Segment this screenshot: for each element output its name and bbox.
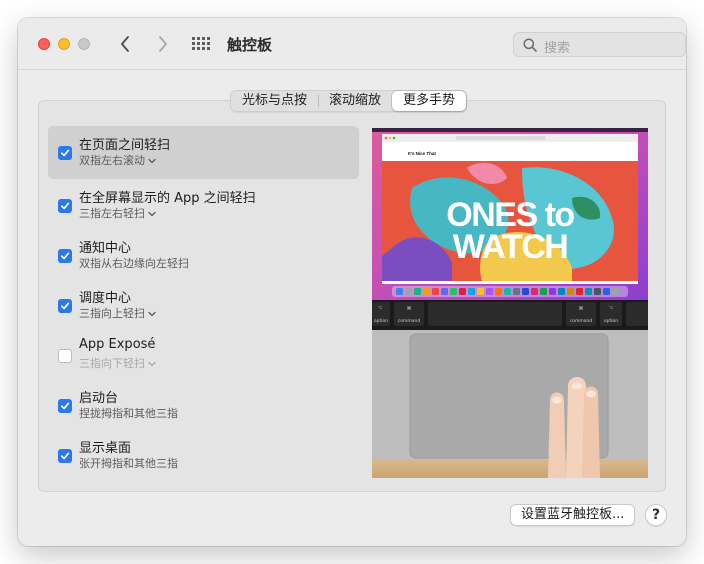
gesture-description: 张开拇指和其他三指: [79, 455, 178, 471]
minimize-button[interactable]: [58, 38, 70, 50]
chevron-down-icon: [148, 357, 156, 370]
checkmark-icon: [60, 202, 70, 210]
svg-text:⌘: ⌘: [579, 306, 584, 312]
preview-illustration: It's Nice That ONES to WATCH ⌥ option ⌘ …: [372, 128, 648, 478]
gesture-list: 在页面之间轻扫 双指左右滚动 在全屏幕显示的 App 之间轻扫 三指左右轻扫 通知中心双…: [48, 126, 359, 479]
show-all-grid-icon[interactable]: [192, 35, 214, 53]
window-title: 触控板: [227, 36, 273, 54]
chevron-right-icon: [159, 36, 167, 52]
gesture-title: 通知中心: [79, 241, 132, 256]
search-field[interactable]: 搜索: [513, 32, 686, 57]
tab-more-gestures[interactable]: 更多手势: [392, 91, 467, 111]
dock-icons: [396, 288, 619, 295]
gesture-checkbox[interactable]: [58, 299, 72, 313]
svg-text:⌥: ⌥: [609, 305, 614, 310]
gesture-subtitle: 双指左右滚动: [79, 154, 145, 167]
gesture-preview-video: It's Nice That ONES to WATCH ⌥ option ⌘ …: [372, 128, 648, 478]
gesture-checkbox[interactable]: [58, 199, 72, 213]
chevron-down-icon: [148, 154, 156, 167]
forward-button[interactable]: [152, 33, 174, 55]
gesture-subtitle: 三指向上轻扫: [79, 307, 145, 320]
help-button[interactable]: ?: [645, 504, 667, 526]
gesture-item[interactable]: 调度中心 三指向上轻扫: [48, 279, 359, 329]
gesture-item[interactable]: 在页面之间轻扫 双指左右滚动: [48, 126, 359, 179]
gesture-subtitle: 张开拇指和其他三指: [79, 457, 178, 470]
gesture-checkbox[interactable]: [58, 249, 72, 263]
preferences-window: 触控板 搜索 光标与点按 滚动缩放 更多手势 在页面之间轻扫 双指左右滚动 在全屏幕…: [18, 18, 686, 546]
gesture-description: 捏拢拇指和其他三指: [79, 405, 178, 421]
titlebar: 触控板 搜索: [18, 18, 686, 70]
gesture-item[interactable]: 启动台 捏拢拇指和其他三指: [48, 379, 359, 429]
tab-bar: 光标与点按 滚动缩放 更多手势: [230, 90, 468, 112]
gesture-option-popup[interactable]: 双指左右滚动: [79, 152, 156, 168]
checkmark-icon: [60, 149, 70, 157]
gesture-title: 在页面之间轻扫: [79, 138, 171, 153]
checkmark-icon: [60, 452, 70, 460]
zoom-button[interactable]: [78, 38, 90, 50]
checkmark-icon: [60, 402, 70, 410]
site-name: It's Nice That: [408, 151, 436, 156]
headline-line2: WATCH: [453, 228, 568, 266]
chevron-down-icon: [148, 207, 156, 220]
tab-scroll-zoom[interactable]: 滚动缩放: [318, 91, 392, 111]
chevron-left-icon: [121, 36, 129, 52]
gesture-item[interactable]: 在全屏幕显示的 App 之间轻扫 三指左右轻扫: [48, 179, 359, 229]
gesture-checkbox[interactable]: [58, 146, 72, 160]
gesture-checkbox[interactable]: [58, 449, 72, 463]
key-option-right: option: [604, 318, 618, 324]
gesture-subtitle: 三指向下轻扫: [79, 357, 145, 370]
gesture-title: App Exposé: [79, 337, 156, 352]
search-icon: [523, 38, 537, 52]
key-command-left: command: [398, 318, 421, 324]
gesture-item[interactable]: App Exposé 三指向下轻扫: [48, 329, 359, 379]
svg-text:⌥: ⌥: [378, 305, 383, 310]
gesture-option-popup[interactable]: 三指向下轻扫: [79, 355, 156, 371]
gesture-description: 双指从右边缘向左轻扫: [79, 255, 189, 271]
gesture-subtitle: 双指从右边缘向左轻扫: [79, 257, 189, 270]
svg-text:⌘: ⌘: [407, 306, 412, 312]
setup-bluetooth-trackpad-button[interactable]: 设置蓝牙触控板...: [510, 504, 636, 526]
tab-point-click[interactable]: 光标与点按: [231, 91, 318, 111]
gesture-checkbox[interactable]: [58, 399, 72, 413]
gesture-item[interactable]: 显示桌面 张开拇指和其他三指: [48, 429, 359, 479]
gesture-option-popup[interactable]: 三指左右轻扫: [79, 205, 156, 221]
back-button[interactable]: [114, 33, 136, 55]
gesture-title: 显示桌面: [79, 441, 132, 456]
close-button[interactable]: [38, 38, 50, 50]
gesture-item[interactable]: 通知中心 双指从右边缘向左轻扫: [48, 229, 359, 279]
gesture-subtitle: 捏拢拇指和其他三指: [79, 407, 178, 420]
chevron-down-icon: [148, 307, 156, 320]
key-command-right: command: [570, 318, 593, 324]
gesture-subtitle: 三指左右轻扫: [79, 207, 145, 220]
gesture-title: 在全屏幕显示的 App 之间轻扫: [79, 191, 256, 206]
gesture-option-popup[interactable]: 三指向上轻扫: [79, 305, 156, 321]
checkmark-icon: [60, 302, 70, 310]
checkmark-icon: [60, 252, 70, 260]
key-option-left: option: [374, 318, 388, 324]
gesture-title: 启动台: [79, 391, 119, 406]
gesture-checkbox[interactable]: [58, 349, 72, 363]
search-placeholder: 搜索: [544, 41, 571, 56]
gesture-title: 调度中心: [79, 291, 132, 306]
